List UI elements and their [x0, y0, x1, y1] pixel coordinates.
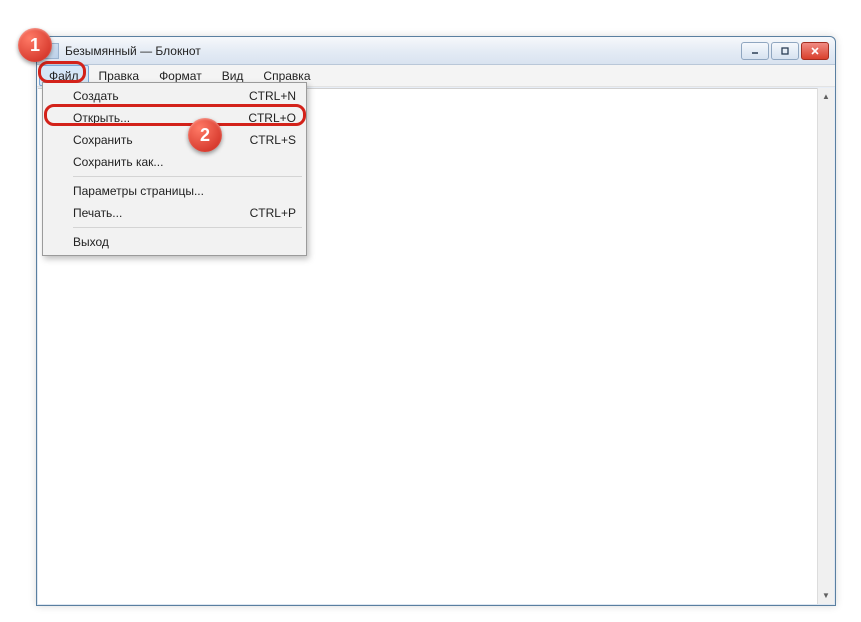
menu-item-new[interactable]: Создать CTRL+N — [45, 85, 304, 107]
file-menu-dropdown: Создать CTRL+N Открыть... CTRL+O Сохрани… — [42, 82, 307, 256]
minimize-button[interactable] — [741, 42, 769, 60]
annotation-step-2: 2 — [188, 118, 222, 152]
menu-item-save[interactable]: Сохранить CTRL+S — [45, 129, 304, 151]
menu-item-label: Сохранить — [73, 133, 250, 147]
scroll-down-icon[interactable]: ▼ — [818, 587, 834, 604]
menu-item-shortcut: CTRL+N — [249, 89, 296, 103]
menu-item-label: Создать — [73, 89, 249, 103]
menu-item-shortcut: CTRL+O — [248, 111, 296, 125]
menu-separator — [73, 227, 302, 228]
menu-item-label: Сохранить как... — [73, 155, 296, 169]
menu-item-page-setup[interactable]: Параметры страницы... — [45, 180, 304, 202]
menu-item-shortcut: CTRL+S — [250, 133, 296, 147]
menu-item-label: Выход — [73, 235, 296, 249]
menu-item-save-as[interactable]: Сохранить как... — [45, 151, 304, 173]
annotation-step-1: 1 — [18, 28, 52, 62]
scroll-up-icon[interactable]: ▲ — [818, 88, 834, 105]
menu-item-label: Печать... — [73, 206, 250, 220]
window-controls — [741, 42, 829, 60]
titlebar[interactable]: Безымянный — Блокнот — [37, 37, 835, 65]
menu-item-print[interactable]: Печать... CTRL+P — [45, 202, 304, 224]
menu-item-label: Параметры страницы... — [73, 184, 296, 198]
menu-item-open[interactable]: Открыть... CTRL+O — [45, 107, 304, 129]
menu-item-label: Открыть... — [73, 111, 248, 125]
vertical-scrollbar[interactable]: ▲ ▼ — [817, 88, 834, 604]
menu-item-exit[interactable]: Выход — [45, 231, 304, 253]
maximize-button[interactable] — [771, 42, 799, 60]
menu-item-shortcut: CTRL+P — [250, 206, 296, 220]
menu-separator — [73, 176, 302, 177]
close-button[interactable] — [801, 42, 829, 60]
window-title: Безымянный — Блокнот — [65, 44, 741, 58]
